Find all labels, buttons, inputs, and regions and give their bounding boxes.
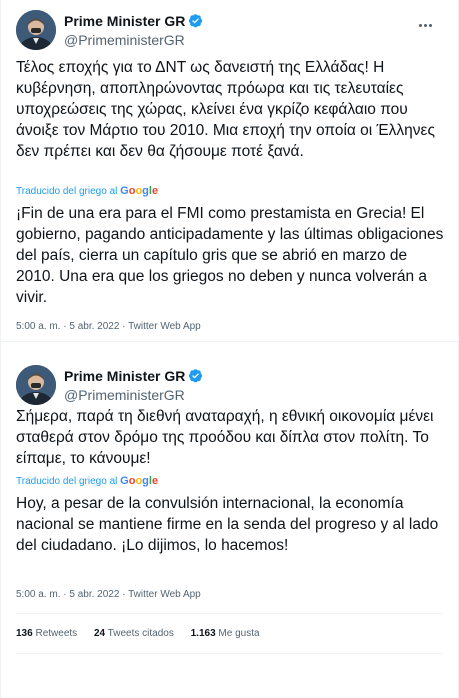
retweets-label: Retweets	[35, 628, 78, 639]
verified-badge-icon	[189, 14, 203, 28]
retweets-stat[interactable]: 136 Retweets	[16, 628, 77, 639]
verified-badge-icon	[189, 369, 203, 383]
translated-label: Traducido del griego al	[16, 476, 118, 487]
stats-divider-top	[16, 613, 443, 614]
google-logo: Google	[120, 185, 159, 197]
handle[interactable]: @PrimeministerGR	[64, 31, 203, 49]
google-logo: Google	[120, 475, 159, 487]
handle[interactable]: @PrimeministerGR	[64, 386, 203, 404]
avatar[interactable]	[16, 10, 56, 50]
tweet-2[interactable]: Prime Minister GR @PrimeministerGR Σήμερ…	[0, 343, 459, 698]
likes-stat[interactable]: 1.163 Me gusta	[191, 628, 260, 639]
tweet-timestamp[interactable]: 5:00 a. m. · 5 abr. 2022 · Twitter Web A…	[16, 320, 201, 334]
likes-count: 1.163	[190, 628, 216, 639]
translation-attribution[interactable]: Traducido del griego al Google	[16, 474, 158, 489]
quotes-label: Tweets citados	[107, 628, 174, 639]
display-name[interactable]: Prime Minister GR	[64, 367, 185, 385]
author-block: Prime Minister GR @PrimeministerGR	[64, 367, 203, 404]
quotes-count: 24	[93, 628, 106, 639]
avatar-portrait-icon	[16, 365, 56, 405]
tweet-translated-text: Hoy, a pesar de la convulsión internacio…	[16, 495, 439, 554]
retweets-count: 136	[16, 628, 33, 639]
stats-divider-bottom	[16, 653, 443, 654]
likes-label: Me gusta	[218, 628, 260, 639]
avatar-portrait-icon	[16, 10, 56, 50]
translated-label: Traducido del griego al	[16, 186, 118, 197]
tweet-header: Prime Minister GR @PrimeministerGR	[16, 365, 443, 405]
tweet-translated-text: ¡Fin de una era para el FMI como prestam…	[16, 205, 444, 306]
tweet-header: Prime Minister GR @PrimeministerGR	[16, 10, 443, 50]
engagement-stats: 136 Retweets 24 Tweets citados 1.163 Me …	[16, 627, 274, 641]
tweet-original-text: Σήμερα, παρά τη διεθνή αναταραχή, η εθνι…	[16, 408, 434, 467]
more-options-icon[interactable]	[419, 14, 439, 28]
avatar[interactable]	[16, 365, 56, 405]
tweet-original-text: Τέλος εποχής για το ΔΝΤ ως δανειστή της …	[16, 59, 435, 160]
tweet-timestamp[interactable]: 5:00 a. m. · 5 abr. 2022 · Twitter Web A…	[16, 588, 201, 602]
quotes-stat[interactable]: 24 Tweets citados	[94, 628, 174, 639]
translation-attribution[interactable]: Traducido del griego al Google	[16, 184, 158, 199]
tweet-1[interactable]: Prime Minister GR @PrimeministerGR Τέλος…	[0, 0, 459, 342]
author-block: Prime Minister GR @PrimeministerGR	[64, 12, 203, 49]
display-name[interactable]: Prime Minister GR	[64, 12, 185, 30]
